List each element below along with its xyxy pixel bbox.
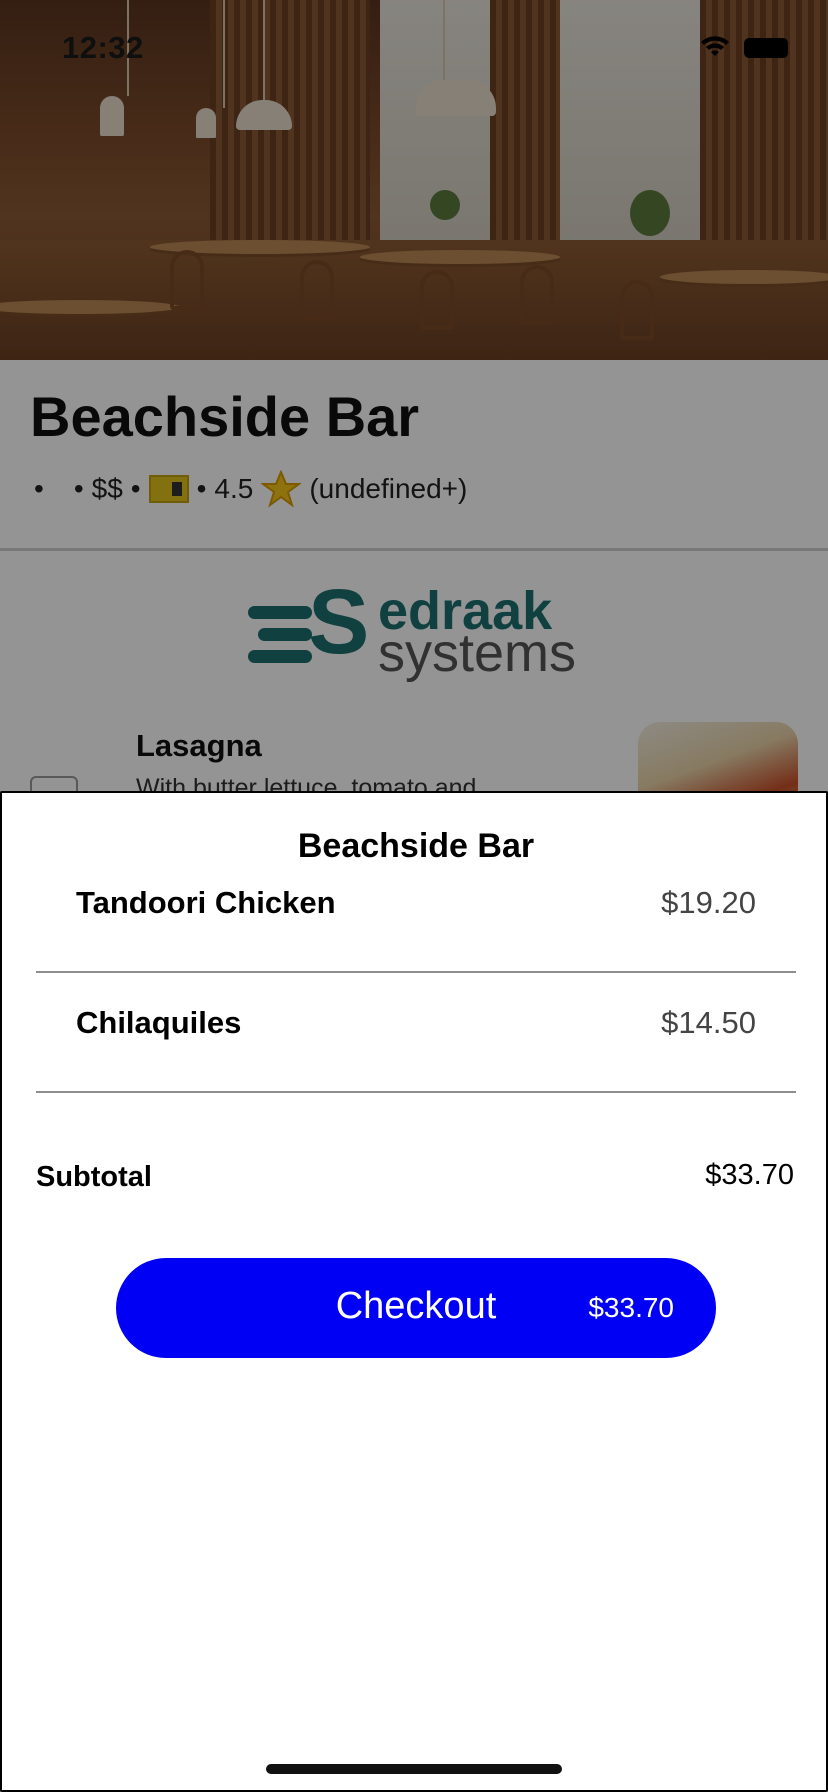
checkout-amount: $33.70 <box>588 1292 674 1323</box>
cart-sheet: Beachside Bar Tandoori Chicken $19.20 Ch… <box>0 791 828 1792</box>
cart-item-name: Chilaquiles <box>76 1005 242 1040</box>
divider <box>36 1091 796 1093</box>
subtotal-label: Subtotal <box>36 1161 152 1193</box>
cart-item-price: $14.50 <box>661 1005 756 1040</box>
cart-item-price: $19.20 <box>661 885 756 920</box>
cart-item[interactable]: Chilaquiles $14.50 <box>36 973 796 1093</box>
subtotal-value: $33.70 <box>705 1159 794 1191</box>
checkout-button[interactable]: Checkout $33.70 <box>116 1258 716 1358</box>
home-indicator[interactable] <box>266 1764 562 1774</box>
cart-item[interactable]: Tandoori Chicken $19.20 <box>36 853 796 973</box>
cart-item-name: Tandoori Chicken <box>76 885 336 920</box>
screen: 12:32 Beachside Bar • • $$ • • 4.5 (unde… <box>0 0 828 1792</box>
